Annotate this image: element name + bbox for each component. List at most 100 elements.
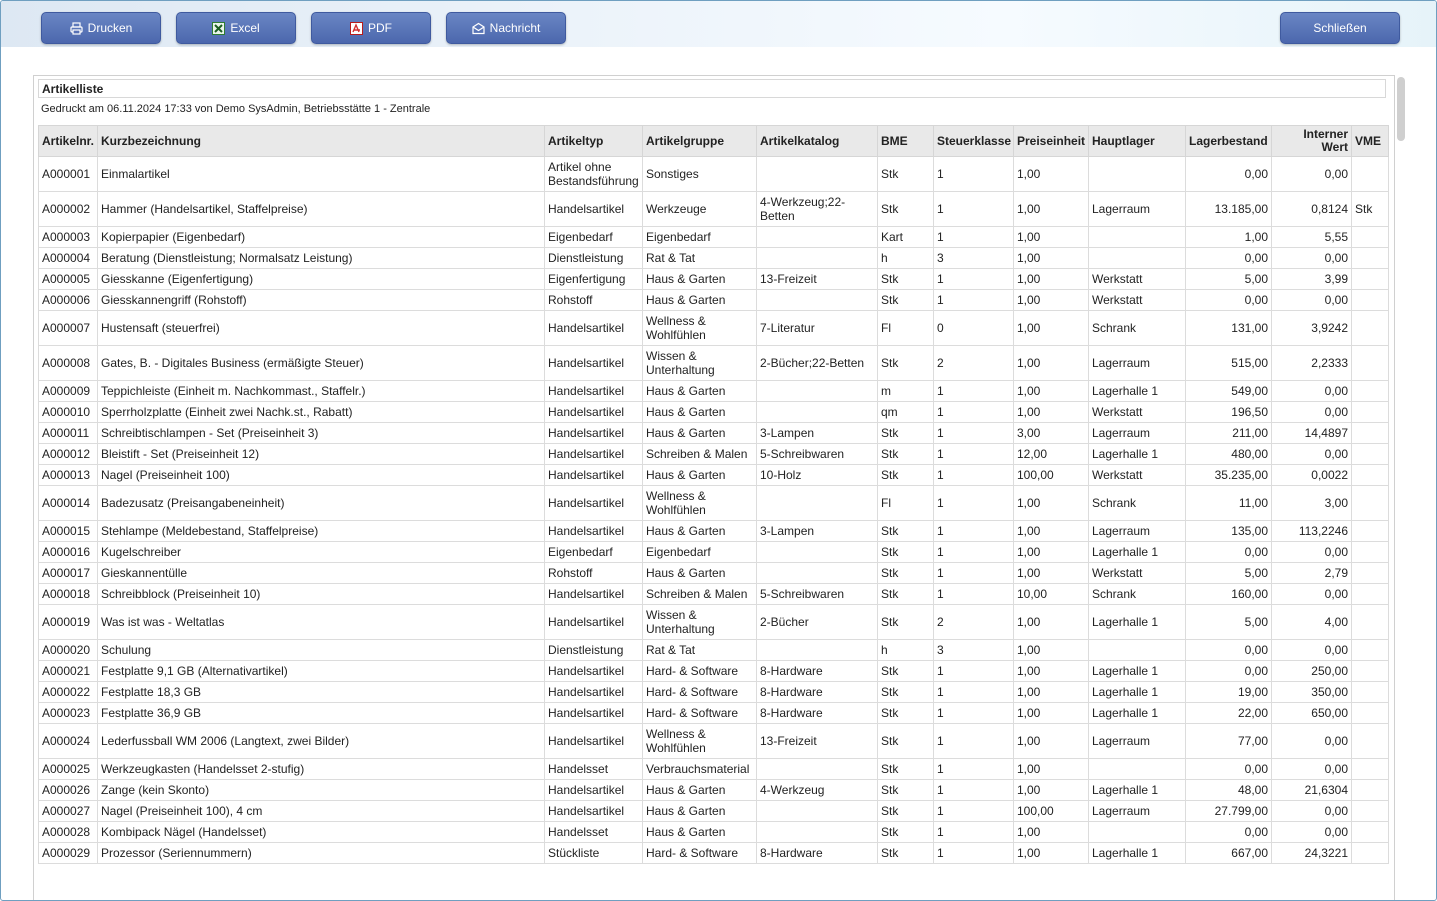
table-row: A000029 Prozessor (Seriennummern) Stücklis… xyxy=(38,842,1389,864)
cell-steuer: 1 xyxy=(933,702,1014,724)
cell-steuer: 1 xyxy=(933,541,1014,563)
cell-bme: Fl xyxy=(877,485,934,521)
cell-bme: qm xyxy=(877,401,934,423)
cell-bme: Stk xyxy=(877,422,934,444)
cell-lager: Lagerraum xyxy=(1088,723,1186,759)
report-subtitle: Gedruckt am 06.11.2024 17:33 von Demo Sy… xyxy=(41,103,431,115)
col-header-vme: VME xyxy=(1351,125,1389,157)
cell-gruppe: Eigenbedarf xyxy=(642,541,757,563)
cell-katalog: 8-Hardware xyxy=(756,842,878,864)
cell-preis: 100,00 xyxy=(1013,464,1089,486)
cell-bme: Stk xyxy=(877,702,934,724)
cell-lager: Werkstatt xyxy=(1088,268,1186,290)
cell-katalog xyxy=(756,639,878,661)
print-button[interactable]: Drucken xyxy=(41,12,161,44)
cell-gruppe: Wellness & Wohlfühlen xyxy=(642,310,757,346)
cell-nr: A000012 xyxy=(38,443,98,465)
cell-preis: 1,00 xyxy=(1013,485,1089,521)
cell-bme: Stk xyxy=(877,779,934,801)
table-row: A000005 Giesskanne (Eigenfertigung) Eigenf… xyxy=(38,268,1389,290)
cell-bme: Kart xyxy=(877,226,934,248)
cell-nr: A000020 xyxy=(38,639,98,661)
cell-name: Zange (kein Skonto) xyxy=(97,779,545,801)
cell-typ: Eigenbedarf xyxy=(544,541,643,563)
col-header-artikelgruppe: Artikelgruppe xyxy=(642,125,757,157)
table-row: A000014 Badezusatz (Preisangabeneinheit) H… xyxy=(38,485,1389,521)
table-row: A000024 Lederfussball WM 2006 (Langtext, … xyxy=(38,723,1389,759)
cell-preis: 1,00 xyxy=(1013,758,1089,780)
cell-typ: Handelsset xyxy=(544,758,643,780)
excel-button[interactable]: Excel xyxy=(176,12,296,44)
cell-katalog xyxy=(756,821,878,843)
cell-bme: Stk xyxy=(877,800,934,822)
cell-lager: Werkstatt xyxy=(1088,464,1186,486)
cell-wert: 0,00 xyxy=(1271,401,1352,423)
close-button[interactable]: Schließen xyxy=(1280,12,1400,44)
cell-name: Kugelschreiber xyxy=(97,541,545,563)
cell-wert: 0,00 xyxy=(1271,800,1352,822)
cell-vme xyxy=(1351,520,1389,542)
cell-lager xyxy=(1088,758,1186,780)
cell-wert: 0,00 xyxy=(1271,443,1352,465)
cell-katalog xyxy=(756,485,878,521)
cell-bestand: 1,00 xyxy=(1185,226,1272,248)
cell-name: Gates, B. - Digitales Business (ermäßigt… xyxy=(97,345,545,381)
cell-steuer: 1 xyxy=(933,443,1014,465)
cell-vme xyxy=(1351,268,1389,290)
cell-lager xyxy=(1088,821,1186,843)
cell-steuer: 1 xyxy=(933,485,1014,521)
cell-wert: 650,00 xyxy=(1271,702,1352,724)
cell-wert: 2,79 xyxy=(1271,562,1352,584)
table-row: A000017 Gieskannentülle Rohstoff Haus & Gar… xyxy=(38,562,1389,584)
vertical-scrollbar[interactable] xyxy=(1396,75,1406,900)
cell-lager: Lagerraum xyxy=(1088,191,1186,227)
pdf-label: PDF xyxy=(368,21,392,35)
cell-steuer: 1 xyxy=(933,583,1014,605)
cell-steuer: 1 xyxy=(933,268,1014,290)
cell-lager: Schrank xyxy=(1088,485,1186,521)
cell-nr: A000004 xyxy=(38,247,98,269)
cell-bme: Stk xyxy=(877,268,934,290)
cell-bestand: 11,00 xyxy=(1185,485,1272,521)
cell-bestand: 515,00 xyxy=(1185,345,1272,381)
cell-preis: 1,00 xyxy=(1013,380,1089,402)
cell-typ: Handelsartikel xyxy=(544,800,643,822)
close-label: Schließen xyxy=(1313,21,1367,35)
cell-nr: A000016 xyxy=(38,541,98,563)
pdf-button[interactable]: PDF xyxy=(311,12,431,44)
cell-wert: 0,00 xyxy=(1271,380,1352,402)
table-row: A000002 Hammer (Handelsartikel, Staffelpr… xyxy=(38,191,1389,227)
cell-gruppe: Wellness & Wohlfühlen xyxy=(642,485,757,521)
cell-lager xyxy=(1088,639,1186,661)
message-button[interactable]: Nachricht xyxy=(446,12,566,44)
cell-gruppe: Rat & Tat xyxy=(642,639,757,661)
cell-name: Nagel (Preiseinheit 100), 4 cm xyxy=(97,800,545,822)
cell-name: Beratung (Dienstleistung; Normalsatz Lei… xyxy=(97,247,545,269)
cell-gruppe: Verbrauchsmaterial xyxy=(642,758,757,780)
cell-name: Prozessor (Seriennummern) xyxy=(97,842,545,864)
cell-nr: A000023 xyxy=(38,702,98,724)
table-row: A000012 Bleistift - Set (Preiseinheit 12)… xyxy=(38,443,1389,465)
cell-katalog: 8-Hardware xyxy=(756,681,878,703)
cell-wert: 0,00 xyxy=(1271,247,1352,269)
cell-gruppe: Haus & Garten xyxy=(642,268,757,290)
cell-preis: 1,00 xyxy=(1013,310,1089,346)
cell-nr: A000021 xyxy=(38,660,98,682)
cell-bestand: 5,00 xyxy=(1185,268,1272,290)
cell-preis: 1,00 xyxy=(1013,268,1089,290)
cell-steuer: 2 xyxy=(933,604,1014,640)
cell-wert: 0,0022 xyxy=(1271,464,1352,486)
cell-name: Teppichleiste (Einheit m. Nachkommast., … xyxy=(97,380,545,402)
cell-typ: Eigenbedarf xyxy=(544,226,643,248)
cell-vme xyxy=(1351,401,1389,423)
cell-katalog: 4-Werkzeug;22-Betten xyxy=(756,191,878,227)
scrollbar-thumb[interactable] xyxy=(1397,77,1405,141)
cell-steuer: 0 xyxy=(933,310,1014,346)
cell-steuer: 1 xyxy=(933,723,1014,759)
cell-vme xyxy=(1351,443,1389,465)
cell-bme: Stk xyxy=(877,723,934,759)
cell-lager: Werkstatt xyxy=(1088,562,1186,584)
cell-bestand: 5,00 xyxy=(1185,604,1272,640)
cell-steuer: 1 xyxy=(933,779,1014,801)
cell-gruppe: Wissen & Unterhaltung xyxy=(642,345,757,381)
